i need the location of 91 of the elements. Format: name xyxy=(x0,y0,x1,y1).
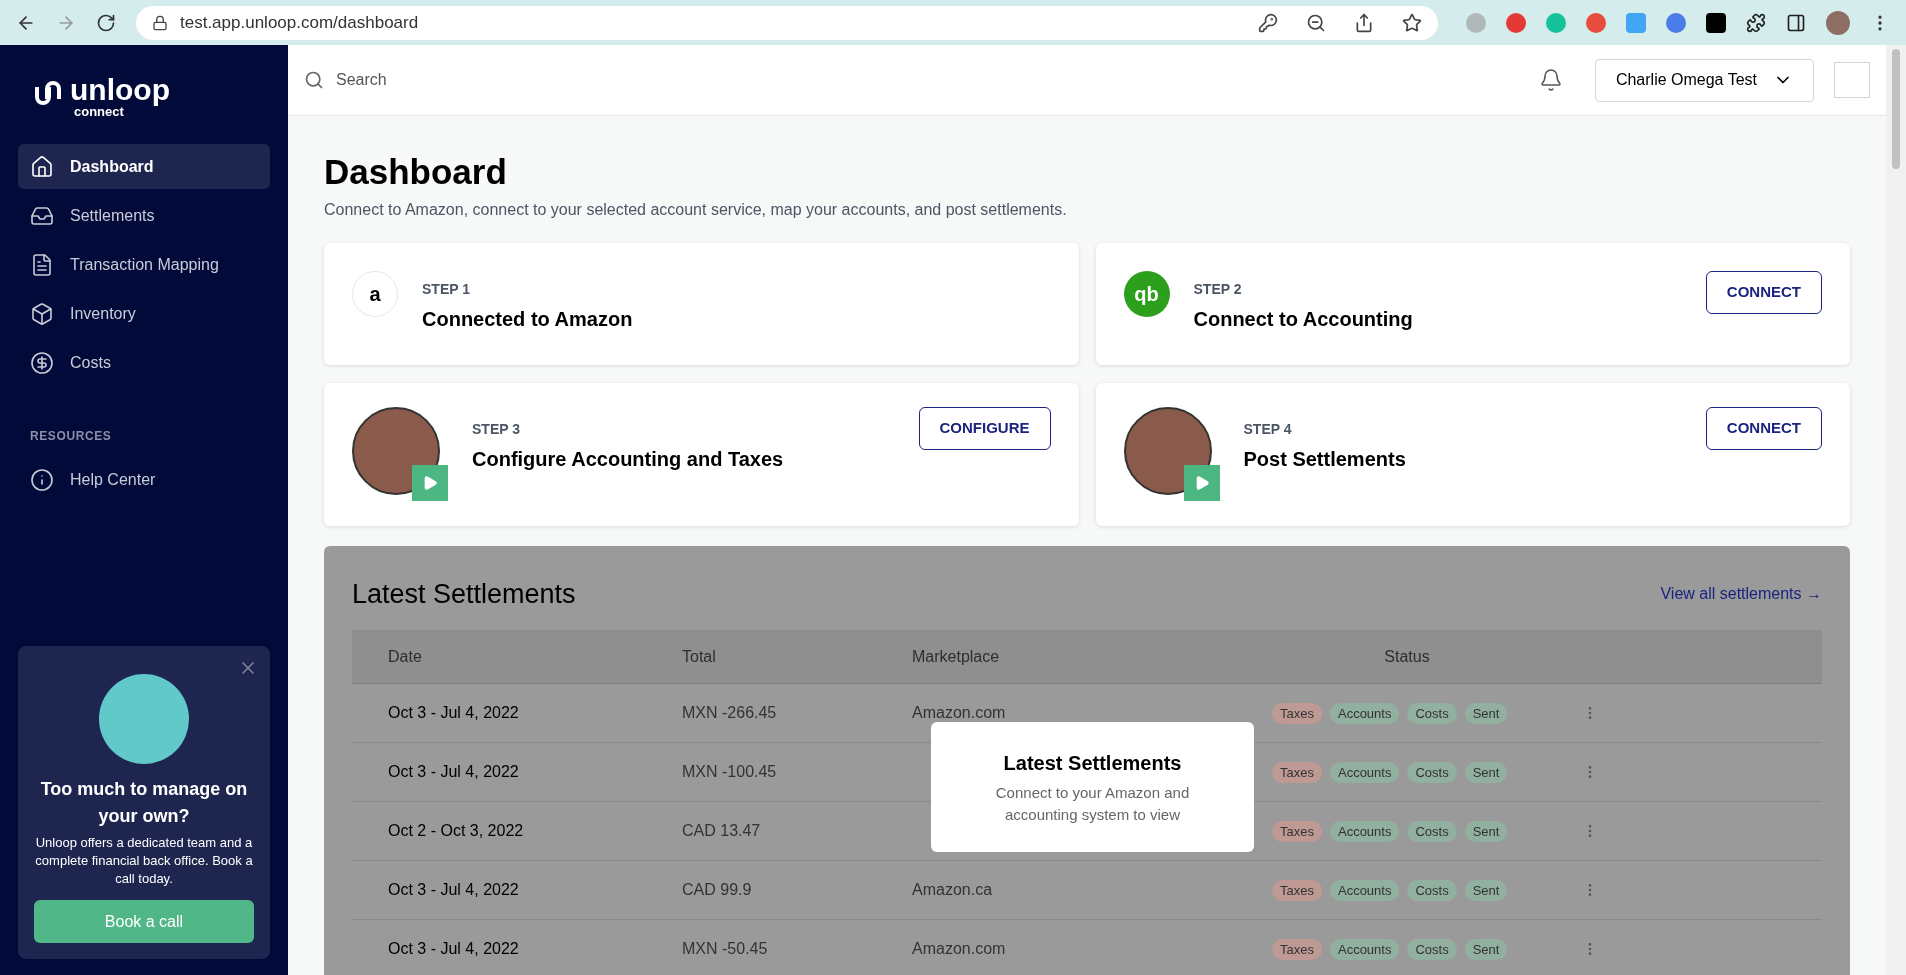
reload-icon[interactable] xyxy=(96,12,116,33)
view-all-link[interactable]: View all settlements → xyxy=(1660,582,1822,606)
play-icon[interactable] xyxy=(1183,464,1220,501)
status-tag: Costs xyxy=(1407,938,1457,960)
status-tag: Accounts xyxy=(1329,761,1400,783)
section-label: RESOURCES xyxy=(30,428,113,445)
dollar-icon xyxy=(30,350,54,375)
bookmark-star-icon[interactable] xyxy=(1402,12,1422,33)
table-cell-text: CAD 99.9 xyxy=(682,880,753,901)
promo-title: Too much to manage on your own? xyxy=(39,778,249,828)
step-button[interactable]: CONNECT xyxy=(1705,406,1822,450)
document-icon xyxy=(30,252,54,277)
status-tag: Accounts xyxy=(1329,938,1400,960)
lock-icon xyxy=(152,14,168,31)
profile-avatar[interactable] xyxy=(1826,10,1850,35)
status-tag: Taxes xyxy=(1272,702,1322,724)
status-tag: Taxes xyxy=(1272,938,1322,960)
status-tag: Costs xyxy=(1407,702,1457,724)
popup-title: Latest Settlements xyxy=(1003,750,1182,776)
key-icon[interactable] xyxy=(1258,12,1278,33)
step-button[interactable]: CONNECT xyxy=(1705,270,1822,314)
table-cell-text: Oct 3 - Jul 4, 2022 xyxy=(387,939,520,960)
status-tag: Taxes xyxy=(1272,879,1322,901)
column-header: Status xyxy=(1383,646,1431,667)
broken-image xyxy=(1834,62,1870,98)
page-subtitle: Connect to Amazon, connect to your selected account service, map your accounts, and post settlements. xyxy=(324,199,1068,220)
sidebar-item[interactable]: Help Center xyxy=(18,457,270,502)
step-button[interactable]: CONFIGURE xyxy=(918,406,1051,450)
home-icon xyxy=(30,154,54,179)
step-title: Configure Accounting and Taxes xyxy=(472,446,785,472)
status-tag: Sent xyxy=(1464,879,1508,901)
table-cell-text: Oct 3 - Jul 4, 2022 xyxy=(387,762,520,783)
table-cell-text: Oct 3 - Jul 4, 2022 xyxy=(387,880,520,901)
table-cell-text: MXN -50.45 xyxy=(682,939,769,960)
column-header: Total xyxy=(682,646,717,667)
zoom-out-icon[interactable] xyxy=(1306,12,1326,33)
status-tag: Costs xyxy=(1407,879,1457,901)
share-icon[interactable] xyxy=(1354,12,1374,33)
step-label: STEP 2 xyxy=(1193,279,1243,299)
status-tag: Taxes xyxy=(1272,820,1322,842)
account-dropdown[interactable]: Charlie Omega Test xyxy=(1594,58,1814,102)
status-tag: Accounts xyxy=(1329,702,1400,724)
page-title: Dashboard xyxy=(324,151,508,193)
search-icon xyxy=(304,70,324,90)
step-label: STEP 1 xyxy=(422,279,471,299)
logo-tagline: connect xyxy=(74,105,124,118)
status-tag: Accounts xyxy=(1329,820,1400,842)
info-icon xyxy=(30,467,54,492)
search-input[interactable]: Search xyxy=(336,68,1527,92)
status-tag: Accounts xyxy=(1329,879,1400,901)
table-cell-text: Amazon.com xyxy=(912,939,1007,960)
step-title: Connected to Amazon xyxy=(422,306,634,332)
table-cell-text: CAD 13.47 xyxy=(682,821,762,842)
status-tag: Sent xyxy=(1464,820,1508,842)
extensions-icon[interactable] xyxy=(1746,12,1766,33)
popup-text: Connect to your Amazon and accounting system to view xyxy=(994,782,1191,825)
box-icon xyxy=(30,301,54,326)
column-header: Date xyxy=(387,646,423,667)
unloop-logo-icon xyxy=(34,79,62,107)
column-header: Marketplace xyxy=(912,646,1001,667)
status-tag: Costs xyxy=(1407,820,1457,842)
step-title: Post Settlements xyxy=(1243,446,1407,472)
status-tag: Sent xyxy=(1464,761,1508,783)
status-tag: Sent xyxy=(1464,702,1508,724)
step-label: STEP 3 xyxy=(472,419,521,439)
sidebar-item[interactable]: Costs xyxy=(18,340,270,385)
extension-icon[interactable] xyxy=(1706,12,1726,33)
quickbooks-logo: qb xyxy=(1123,270,1170,317)
play-icon[interactable] xyxy=(412,464,448,501)
step-title: Connect to Accounting xyxy=(1193,306,1414,332)
sidebar-item[interactable]: Dashboard xyxy=(18,144,270,189)
address-bar[interactable]: test.app.unloop.com/dashboard xyxy=(136,5,1438,40)
sidebar-item[interactable]: Settlements xyxy=(18,193,270,238)
amazon-logo: a xyxy=(352,270,398,317)
table-cell-text: Oct 2 - Oct 3, 2022 xyxy=(387,821,525,842)
status-tag: Taxes xyxy=(1272,761,1322,783)
table-cell-text: Oct 3 - Jul 4, 2022 xyxy=(387,703,520,724)
table-cell-text: MXN -266.45 xyxy=(682,703,778,724)
notification-bell-icon[interactable] xyxy=(1538,68,1563,92)
side-panel-icon[interactable] xyxy=(1786,12,1806,33)
sidebar-item[interactable]: Inventory xyxy=(18,291,270,336)
section-title: Latest Settlements xyxy=(352,577,576,611)
step-label: STEP 4 xyxy=(1243,419,1293,439)
table-cell-text: Amazon.ca xyxy=(912,880,994,901)
status-tag: Costs xyxy=(1407,761,1457,783)
table-cell-text: Amazon.com xyxy=(912,703,1007,724)
url-text: test.app.unloop.com/dashboard xyxy=(180,11,420,34)
sidebar-item[interactable]: Transaction Mapping xyxy=(18,242,270,287)
table-cell-text: MXN -100.45 xyxy=(682,762,778,783)
status-tag: Sent xyxy=(1464,938,1508,960)
promo-text: Unloop offers a dedicated team and a complete financial back office. Book a call today. xyxy=(34,834,254,888)
